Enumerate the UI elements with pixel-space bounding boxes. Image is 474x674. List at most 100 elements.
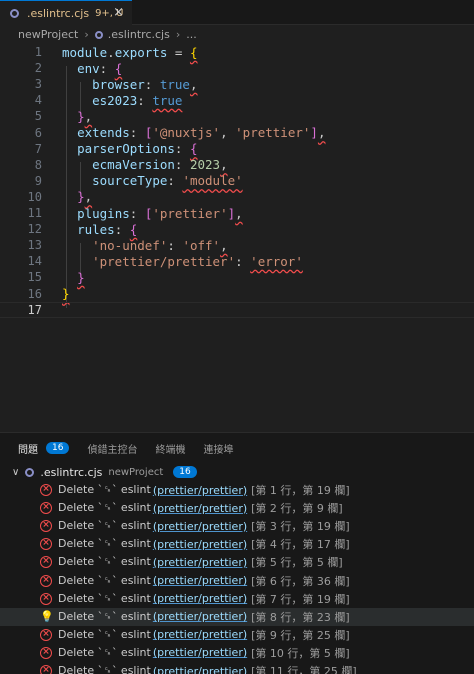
problem-message: Delete `␍` eslint (58, 501, 151, 515)
breadcrumb-folder[interactable]: newProject (18, 28, 78, 41)
tab-eslintrc[interactable]: .eslintrc.cjs 9+, U × (0, 0, 132, 25)
tab-label: 終端機 (155, 444, 186, 456)
tab-debug-console[interactable]: 偵錯主控台 (87, 441, 137, 456)
code-line[interactable]: 13 'no-undef': 'off', (0, 237, 474, 253)
line-number: 3 (34, 77, 42, 92)
problem-message: Delete `␍` eslint (58, 664, 151, 674)
problem-message: Delete `␍` eslint (58, 537, 151, 551)
error-icon: × (40, 592, 52, 605)
line-number: 1 (34, 45, 42, 60)
line-number: 5 (34, 109, 42, 124)
line-number: 16 (27, 286, 42, 301)
problem-rule-link[interactable]: (prettier/prettier) (153, 574, 247, 587)
problem-message: Delete `␍` eslint (58, 573, 151, 587)
problem-rule-link[interactable]: (prettier/prettier) (153, 646, 247, 659)
problem-location: [第 4 行，第 17 欄] (251, 538, 350, 552)
problem-item[interactable]: × Delete `␍` eslint (prettier/prettier) [第 … (0, 481, 474, 499)
error-icon: × (40, 646, 52, 659)
problem-rule-link[interactable]: (prettier/prettier) (153, 610, 247, 623)
code-line[interactable]: 16 } (0, 286, 474, 302)
chevron-right-icon: › (84, 28, 89, 41)
file-type-icon (25, 467, 35, 477)
code-line[interactable]: 9 sourceType: 'module' (0, 173, 474, 189)
code-line-current[interactable]: 17 (0, 301, 474, 318)
close-icon[interactable]: × (113, 5, 124, 20)
problem-item[interactable]: × Delete `␍` eslint (prettier/prettier) [第 … (0, 662, 474, 674)
code-editor[interactable]: 1 module.exports = { 2 env: { 3 browser:… (0, 44, 474, 432)
breadcrumb-file[interactable]: .eslintrc.cjs (108, 28, 170, 41)
problem-message: Delete `␍` eslint (58, 627, 151, 641)
tab-terminal[interactable]: 終端機 (155, 441, 185, 456)
breadcrumb: newProject › .eslintrc.cjs › ... (0, 25, 474, 44)
problem-file-name: .eslintrc.cjs (40, 465, 103, 479)
line-number: 7 (34, 141, 42, 156)
problem-rule-link[interactable]: (prettier/prettier) (153, 538, 247, 551)
code-line[interactable]: 6 extends: ['@nuxtjs', 'prettier'], (0, 125, 474, 141)
line-number: 4 (34, 93, 42, 108)
problem-location: [第 11 行，第 25 欄] (251, 665, 357, 674)
problem-rule-link[interactable]: (prettier/prettier) (153, 665, 247, 674)
problems-panel: 問題 16 偵錯主控台 終端機 連接埠 ∨ .eslintrc.cjs newP… (0, 432, 474, 674)
code-line[interactable]: 8 ecmaVersion: 2023, (0, 157, 474, 173)
problem-item[interactable]: × Delete `␍` eslint (prettier/prettier) [第 … (0, 517, 474, 535)
problem-item[interactable]: × Delete `␍` eslint (prettier/prettier) [第 … (0, 590, 474, 608)
line-number: 2 (34, 61, 42, 76)
problem-message: Delete `␍` eslint (58, 555, 151, 569)
code-line[interactable]: 4 es2023: true (0, 92, 474, 108)
problem-location: [第 1 行，第 19 欄] (251, 484, 350, 497)
panel-tabs: 問題 16 偵錯主控台 終端機 連接埠 (0, 433, 474, 463)
error-icon: × (40, 556, 52, 569)
line-number: 14 (27, 254, 42, 269)
problem-item[interactable]: × Delete `␍` eslint (prettier/prettier) [第 … (0, 499, 474, 517)
line-number: 15 (27, 270, 42, 285)
tab-ports[interactable]: 連接埠 (203, 441, 233, 456)
code-line[interactable]: 15 } (0, 269, 474, 285)
file-type-icon (10, 8, 19, 18)
problem-message: Delete `␍` eslint (58, 609, 151, 623)
problem-location: [第 10 行，第 5 欄] (251, 646, 350, 660)
code-line[interactable]: 12 rules: { (0, 221, 474, 237)
lightbulb-icon[interactable]: 💡 (40, 610, 54, 623)
line-number: 17 (27, 302, 42, 317)
code-line[interactable]: 2 env: { (0, 60, 474, 76)
problem-message: Delete `␍` eslint (58, 591, 151, 605)
problem-message: Delete `␍` eslint (58, 645, 151, 659)
code-line[interactable]: 14 'prettier/prettier': 'error' (0, 253, 474, 269)
problem-item[interactable]: × Delete `␍` eslint (prettier/prettier) [第 … (0, 572, 474, 590)
error-icon: × (40, 574, 52, 587)
problem-location: [第 6 行，第 36 欄] (251, 574, 350, 588)
problem-rule-link[interactable]: (prettier/prettier) (153, 628, 247, 641)
tab-problems[interactable]: 問題 16 (18, 441, 70, 456)
problem-count-badge: 16 (46, 442, 70, 454)
problem-location: [第 8 行，第 23 欄] (251, 610, 350, 624)
error-icon: × (40, 520, 52, 533)
code-line[interactable]: 3 browser: true, (0, 76, 474, 92)
problem-file-group[interactable]: ∨ .eslintrc.cjs newProject 16 (0, 463, 474, 481)
line-number: 13 (27, 238, 42, 253)
problem-rule-link[interactable]: (prettier/prettier) (153, 556, 247, 569)
problem-item[interactable]: × Delete `␍` eslint (prettier/prettier) [第 … (0, 553, 474, 571)
problem-rule-link[interactable]: (prettier/prettier) (153, 520, 247, 533)
line-number: 12 (27, 222, 42, 237)
problem-item[interactable]: × Delete `␍` eslint (prettier/prettier) [第 … (0, 644, 474, 662)
problem-rule-link[interactable]: (prettier/prettier) (153, 502, 247, 515)
problem-item[interactable]: × Delete `␍` eslint (prettier/prettier) [第 … (0, 535, 474, 553)
tab-label: 連接埠 (203, 444, 234, 456)
problem-message: Delete `␍` eslint (58, 483, 151, 496)
chevron-down-icon[interactable]: ∨ (12, 467, 19, 478)
code-line[interactable]: 7 parserOptions: { (0, 141, 474, 157)
file-problem-count: 16 (173, 466, 197, 478)
line-number: 10 (27, 189, 42, 204)
problem-rule-link[interactable]: (prettier/prettier) (153, 592, 247, 605)
problem-item[interactable]: × Delete `␍` eslint (prettier/prettier) [第 … (0, 626, 474, 644)
tab-filename: .eslintrc.cjs (27, 6, 90, 20)
error-icon: × (40, 665, 52, 674)
code-line[interactable]: 11 plugins: ['prettier'], (0, 205, 474, 221)
code-line[interactable]: 10 }, (0, 189, 474, 205)
code-line[interactable]: 5 }, (0, 108, 474, 124)
code-line[interactable]: 1 module.exports = { (0, 44, 474, 60)
breadcrumb-more[interactable]: ... (186, 28, 197, 41)
problem-rule-link[interactable]: (prettier/prettier) (153, 484, 247, 497)
error-icon: × (40, 538, 52, 551)
problem-item[interactable]: 💡 Delete `␍` eslint (prettier/prettier) [第 … (0, 607, 474, 626)
